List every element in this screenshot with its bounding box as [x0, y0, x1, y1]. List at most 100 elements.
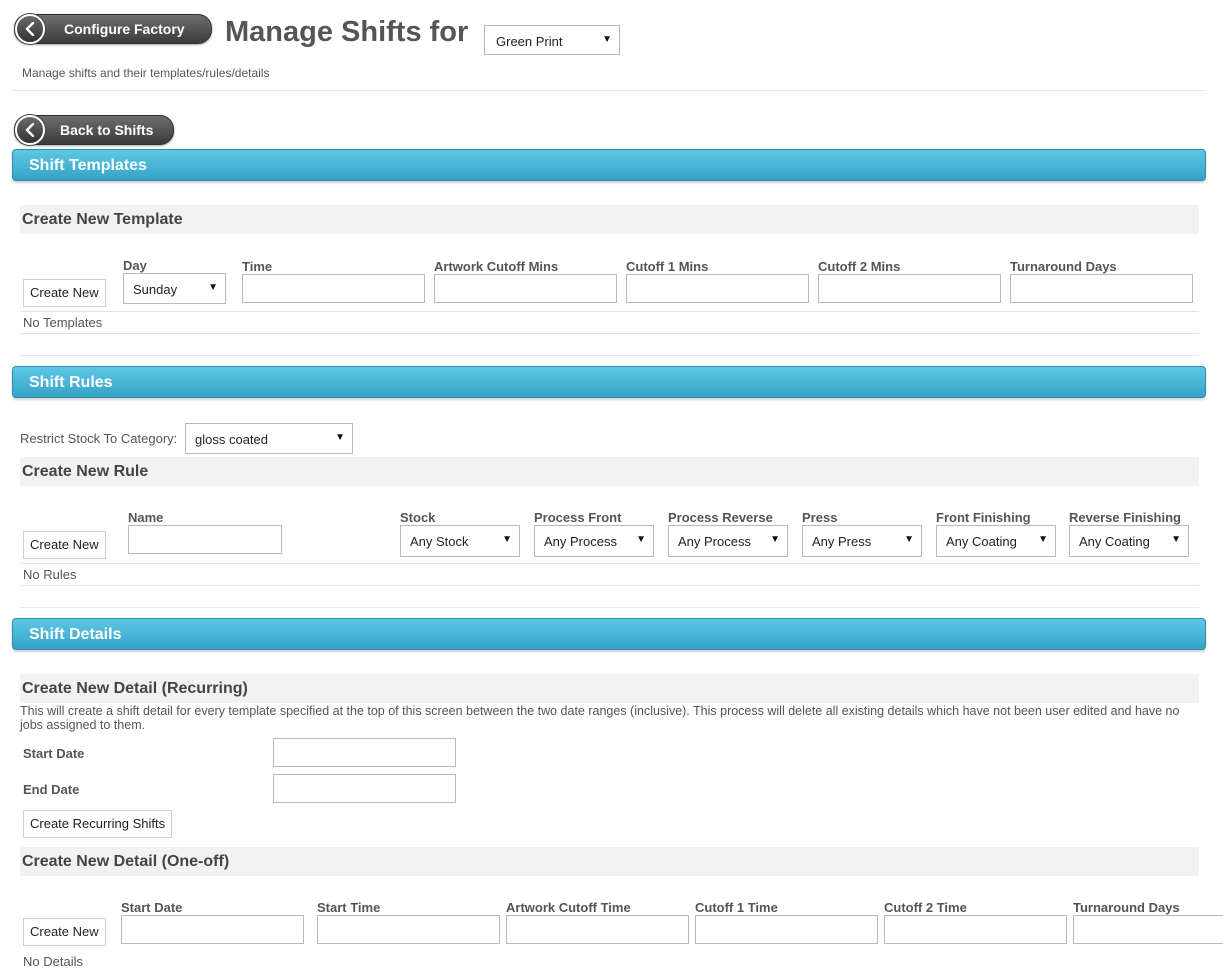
oneoff-cutoff-1-input[interactable] [695, 915, 878, 944]
caret-down-icon: ▼ [636, 534, 646, 545]
chevron-left-icon [15, 115, 45, 145]
create-rule-heading: Create New Rule [20, 457, 1199, 486]
row-divider [20, 563, 1199, 564]
front-finishing-select[interactable]: Any Coating ▼ [936, 525, 1056, 557]
restrict-stock-select[interactable]: gloss coated ▼ [185, 423, 353, 454]
press-label: Press [802, 510, 838, 525]
chevron-left-icon [15, 14, 45, 44]
oneoff-start-time-label: Start Time [317, 900, 381, 915]
recurring-end-date-input[interactable] [273, 774, 456, 803]
day-select[interactable]: Sunday ▼ [123, 273, 226, 304]
recurring-description: This will create a shift detail for ever… [20, 704, 1180, 732]
oneoff-cutoff-1-label: Cutoff 1 Time [695, 900, 778, 915]
start-date-label: Start Date [23, 746, 85, 761]
section-title: Shift Details [29, 626, 122, 643]
caret-down-icon: ▼ [335, 432, 345, 443]
time-label: Time [242, 259, 273, 274]
oneoff-start-date-input[interactable] [121, 915, 304, 944]
turnaround-days-label: Turnaround Days [1010, 259, 1117, 274]
row-divider [20, 333, 1199, 334]
name-label: Name [128, 510, 164, 525]
artwork-cutoff-label: Artwork Cutoff Mins [434, 259, 559, 274]
front-finishing-label: Front Finishing [936, 510, 1031, 525]
reverse-finishing-label: Reverse Finishing [1069, 510, 1181, 525]
create-oneoff-button[interactable]: Create New [23, 918, 106, 946]
reverse-finishing-value: Any Coating [1079, 534, 1150, 549]
section-divider [20, 607, 1199, 608]
process-reverse-label: Process Reverse [668, 510, 773, 525]
caret-down-icon: ▼ [1171, 534, 1181, 545]
configure-factory-button[interactable]: Configure Factory [14, 14, 212, 44]
create-template-button[interactable]: Create New [23, 279, 106, 307]
restrict-stock-value: gloss coated [195, 432, 268, 447]
cutoff-1-label: Cutoff 1 Mins [626, 259, 709, 274]
front-finishing-value: Any Coating [946, 534, 1017, 549]
heading-text: Create New Template [22, 211, 183, 228]
caret-down-icon: ▼ [208, 282, 218, 293]
section-title: Shift Rules [29, 374, 113, 391]
day-label: Day [123, 258, 147, 273]
page-subtitle: Manage shifts and their templates/rules/… [22, 66, 270, 80]
oneoff-turnaround-label: Turnaround Days [1073, 900, 1180, 915]
process-front-select[interactable]: Any Process ▼ [534, 525, 654, 557]
heading-text: Create New Detail (One-off) [22, 853, 230, 870]
oneoff-artwork-label: Artwork Cutoff Time [506, 900, 631, 915]
shift-details-header: Shift Details [12, 618, 1206, 650]
factory-select[interactable]: Green Print ▼ [484, 25, 620, 55]
heading-text: Create New Detail (Recurring) [22, 680, 248, 697]
cutoff-2-label: Cutoff 2 Mins [818, 259, 901, 274]
caret-down-icon: ▼ [602, 34, 612, 45]
press-select-value: Any Press [812, 534, 872, 549]
factory-select-value: Green Print [496, 34, 563, 49]
cutoff-1-input[interactable] [626, 274, 809, 303]
caret-down-icon: ▼ [770, 534, 780, 545]
empty-rules-text: No Rules [23, 567, 77, 582]
recurring-start-date-input[interactable] [273, 738, 456, 767]
restrict-stock-label: Restrict Stock To Category: [20, 431, 178, 446]
stock-label: Stock [400, 510, 436, 525]
oneoff-cutoff-2-label: Cutoff 2 Time [884, 900, 967, 915]
shift-templates-header: Shift Templates [12, 149, 1206, 181]
create-rule-button[interactable]: Create New [23, 531, 106, 559]
oneoff-cutoff-2-input[interactable] [884, 915, 1067, 944]
rule-name-input[interactable] [128, 525, 282, 554]
process-front-label: Process Front [534, 510, 622, 525]
artwork-cutoff-input[interactable] [434, 274, 617, 303]
cutoff-2-input[interactable] [818, 274, 1001, 303]
create-oneoff-heading: Create New Detail (One-off) [20, 847, 1199, 876]
time-input[interactable] [242, 274, 425, 303]
configure-factory-label: Configure Factory [64, 21, 185, 37]
process-reverse-select[interactable]: Any Process ▼ [668, 525, 788, 557]
oneoff-start-date-label: Start Date [121, 900, 183, 915]
oneoff-turnaround-input[interactable] [1073, 915, 1223, 944]
caret-down-icon: ▼ [904, 534, 914, 545]
empty-details-text: No Details [23, 954, 83, 969]
process-reverse-value: Any Process [678, 534, 751, 549]
oneoff-artwork-input[interactable] [506, 915, 689, 944]
caret-down-icon: ▼ [502, 534, 512, 545]
create-recurring-shifts-button[interactable]: Create Recurring Shifts [23, 810, 173, 838]
end-date-label: End Date [23, 782, 80, 797]
create-recurring-heading: Create New Detail (Recurring) [20, 674, 1199, 703]
caret-down-icon: ▼ [1038, 534, 1048, 545]
row-divider [20, 585, 1199, 586]
stock-select-value: Any Stock [410, 534, 469, 549]
section-divider [20, 355, 1199, 356]
empty-templates-text: No Templates [23, 315, 103, 330]
create-template-heading: Create New Template [20, 205, 1199, 234]
section-title: Shift Templates [29, 157, 147, 174]
page-title: Manage Shifts for [225, 16, 469, 48]
process-front-value: Any Process [544, 534, 617, 549]
heading-text: Create New Rule [22, 463, 149, 480]
reverse-finishing-select[interactable]: Any Coating ▼ [1069, 525, 1189, 557]
shift-rules-header: Shift Rules [12, 366, 1206, 398]
row-divider [20, 311, 1199, 312]
day-select-value: Sunday [133, 282, 178, 297]
turnaround-days-input[interactable] [1010, 274, 1193, 303]
press-select[interactable]: Any Press ▼ [802, 525, 922, 557]
stock-select[interactable]: Any Stock ▼ [400, 525, 520, 557]
back-to-shifts-button[interactable]: Back to Shifts [14, 115, 174, 145]
oneoff-start-time-input[interactable] [317, 915, 500, 944]
header-divider [12, 90, 1206, 91]
back-to-shifts-label: Back to Shifts [60, 122, 154, 138]
